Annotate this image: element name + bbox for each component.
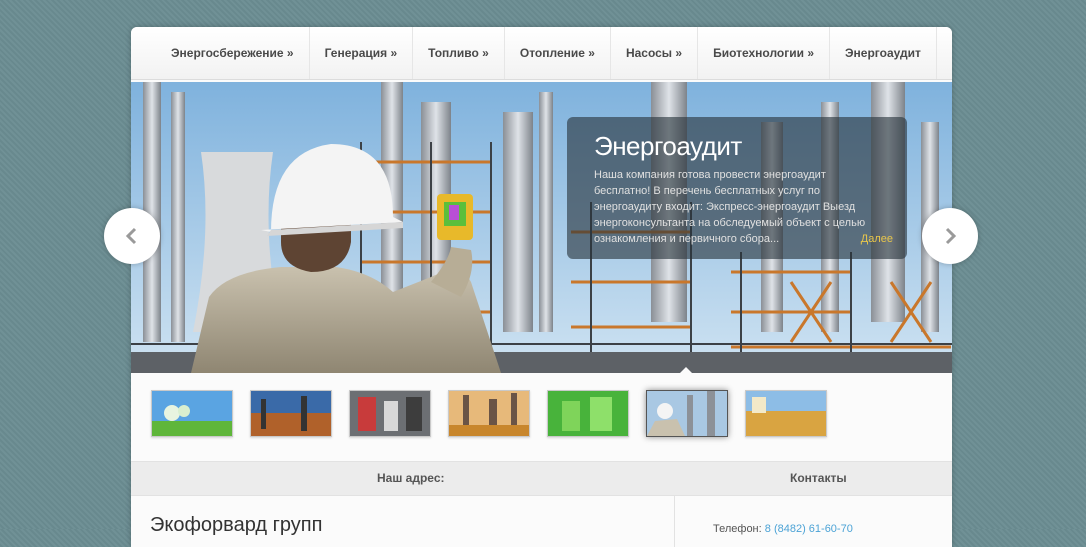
thumbnail-strip (151, 390, 851, 438)
thumbnail-plant-towers[interactable] (448, 390, 530, 437)
nav-item-pumps[interactable]: Насосы » (611, 27, 699, 79)
chevron-right-icon (945, 227, 957, 245)
chevron-left-icon (125, 227, 137, 245)
slide-more-link[interactable]: Далее (861, 233, 893, 245)
phone-line: Телефон: 8 (8482) 61-60-70 (713, 523, 853, 535)
phone-label: Телефон: (713, 523, 762, 535)
slide-title: Энергоаудит (594, 131, 742, 161)
main-navigation: Энергосбережение » Генерация » Топливо »… (131, 27, 952, 80)
slider-prev-button[interactable] (104, 208, 160, 264)
contacts-heading: Контакты (790, 471, 847, 485)
thumbnail-heating-pipes[interactable] (349, 390, 431, 437)
nav-item-heating[interactable]: Отопление » (505, 27, 611, 79)
address-heading: Наш адрес: (377, 471, 445, 485)
thumbnail-refinery-sunset[interactable] (250, 390, 332, 437)
thumbnail-green-liquid[interactable] (547, 390, 629, 437)
thumbnail-eco-sprout[interactable] (151, 390, 233, 437)
nav-item-fuel[interactable]: Топливо » (413, 27, 505, 79)
slider-next-button[interactable] (922, 208, 978, 264)
nav-item-energy-audit[interactable]: Энергоаудит (830, 27, 937, 79)
page-container: Энергосбережение » Генерация » Топливо »… (131, 27, 952, 547)
footer-divider (674, 495, 675, 547)
nav-item-generation[interactable]: Генерация » (310, 27, 414, 79)
thumbnail-energy-audit[interactable] (646, 390, 728, 437)
hero-slider: Энергоаудит Наша компания готова провест… (131, 82, 952, 373)
company-name: Экофорвард групп (150, 514, 323, 536)
nav-item-energy-saving[interactable]: Энергосбережение » (155, 27, 310, 79)
phone-link[interactable]: 8 (8482) 61-60-70 (765, 523, 853, 535)
thumbnail-wheat-field[interactable] (745, 390, 827, 437)
footer-header-bar: Наш адрес: Контакты (131, 461, 952, 496)
slide-caption: Энергоаудит Наша компания готова провест… (567, 117, 907, 259)
slide-description: Наша компания готова провести энергоауди… (594, 169, 866, 245)
active-slide-pointer (678, 367, 694, 375)
nav-item-biotech[interactable]: Биотехнологии » (698, 27, 830, 79)
